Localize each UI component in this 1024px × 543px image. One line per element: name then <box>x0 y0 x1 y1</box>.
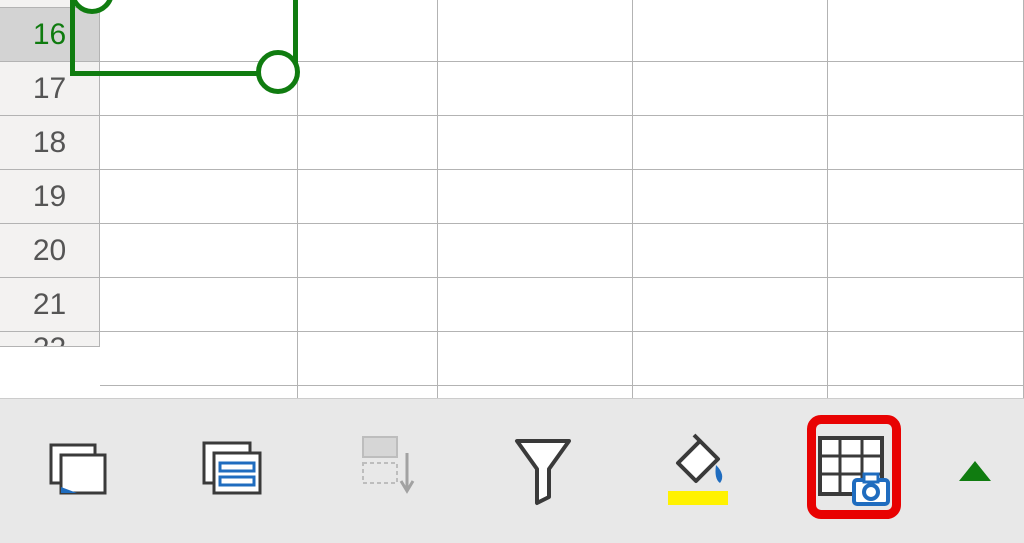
row-header-label: 19 <box>33 180 66 214</box>
row-header-19[interactable]: 19 <box>0 170 100 224</box>
row-header-20[interactable]: 20 <box>0 224 100 278</box>
table-camera-icon <box>814 432 892 510</box>
insert-cells-icon <box>353 431 423 511</box>
row-header-17[interactable]: 17 <box>0 62 100 116</box>
bottom-toolbar <box>0 398 1024 543</box>
row-header-column: 15 16 17 18 19 20 21 22 <box>0 0 100 347</box>
data-from-picture-button[interactable] <box>775 399 930 543</box>
grid-row <box>100 224 1024 278</box>
insert-cells-button[interactable] <box>310 399 465 543</box>
layers-icon <box>198 439 268 503</box>
row-header-label: 18 <box>33 126 66 160</box>
row-header-label: 20 <box>33 234 66 268</box>
row-header-22[interactable]: 22 <box>0 332 100 347</box>
row-header-label: 21 <box>33 288 66 322</box>
grid-row <box>100 116 1024 170</box>
funnel-icon <box>511 435 575 507</box>
card-view-icon <box>43 439 113 503</box>
row-header-21[interactable]: 21 <box>0 278 100 332</box>
row-header-label: 22 <box>33 332 66 347</box>
grid-row <box>100 332 1024 386</box>
card-view-button[interactable] <box>0 399 155 543</box>
row-header-label: 17 <box>33 72 66 106</box>
grid-row <box>100 278 1024 332</box>
row-header-18[interactable]: 18 <box>0 116 100 170</box>
grid-row <box>100 170 1024 224</box>
paint-bucket-icon <box>660 433 736 509</box>
grid-row <box>100 8 1024 62</box>
switch-view-button[interactable] <box>155 399 310 543</box>
chevron-up-icon <box>959 461 991 481</box>
spreadsheet-grid[interactable]: 15 16 17 18 19 20 21 22 <box>0 0 1024 398</box>
row-header-label: 16 <box>33 18 66 52</box>
row-header-16[interactable]: 16 <box>0 8 100 62</box>
row-header-label: 15 <box>33 0 66 3</box>
expand-toolbar-button[interactable] <box>930 399 1020 543</box>
selection-handle-bottom-right[interactable] <box>256 50 300 94</box>
filter-button[interactable] <box>465 399 620 543</box>
grid-row <box>100 62 1024 116</box>
fill-color-button[interactable] <box>620 399 775 543</box>
